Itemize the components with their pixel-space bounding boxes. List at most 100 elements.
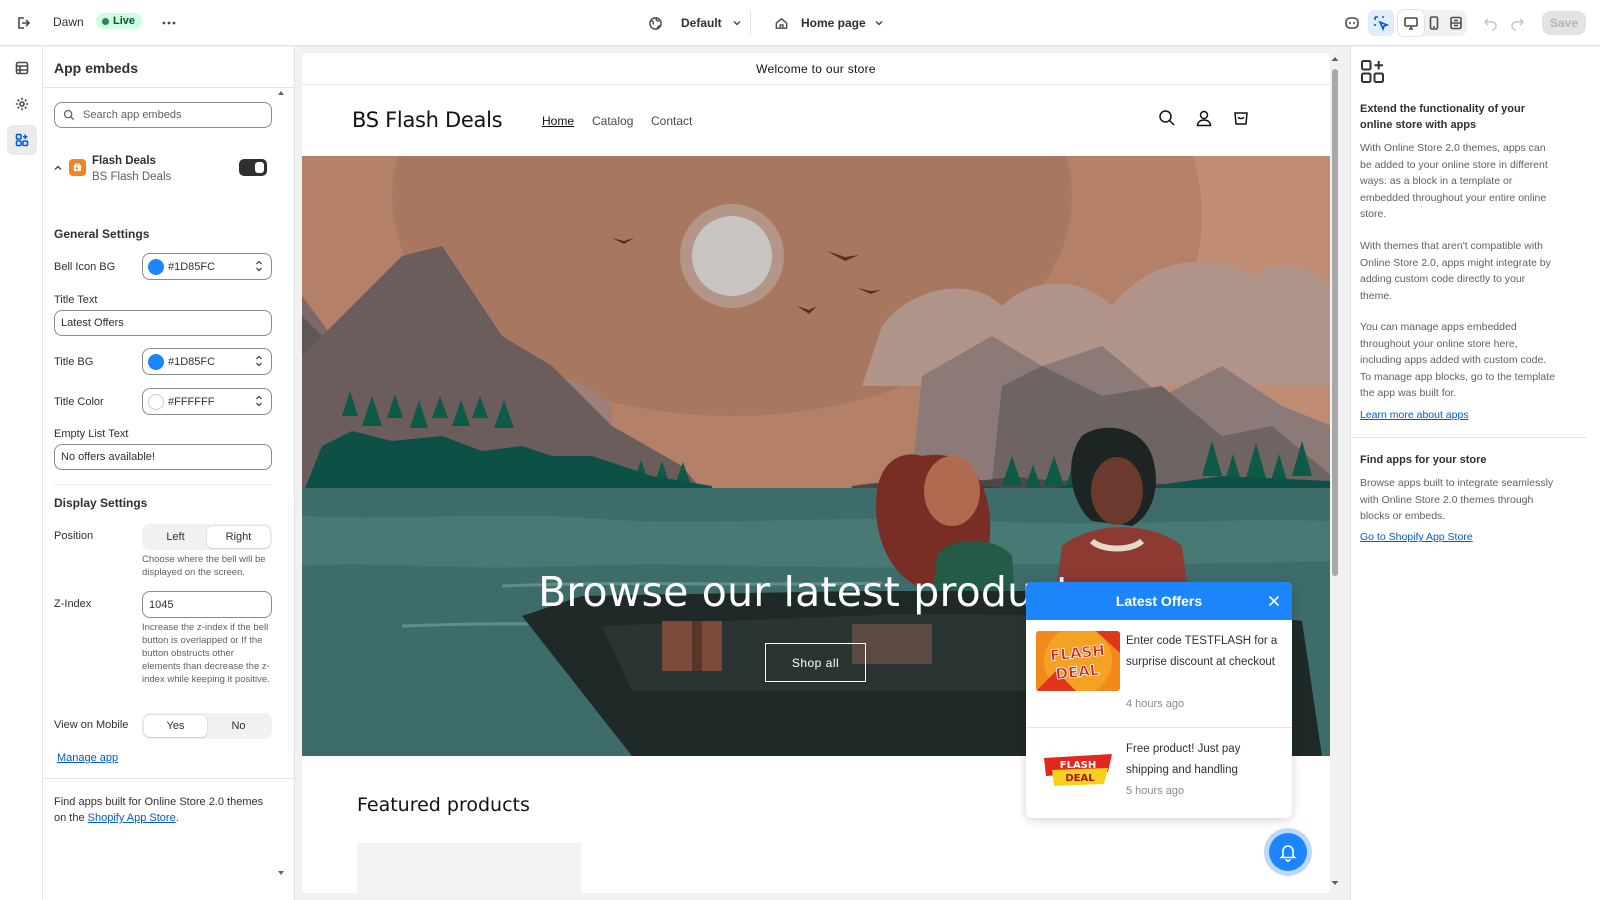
info-paragraph-1: With Online Store 2.0 themes, apps can b… [1360, 142, 1548, 221]
chevron-down-icon [733, 20, 741, 26]
live-dot [102, 17, 109, 25]
flash-deals-bell-button[interactable] [1264, 828, 1312, 876]
position-left-button[interactable]: Left [144, 526, 207, 548]
mobile-segmented-control: Yes No [142, 713, 272, 739]
app-name: Flash Deals [92, 155, 156, 167]
offer-text: Enter code TESTFLASH for a surprise disc… [1126, 635, 1278, 668]
app-enabled-toggle[interactable] [239, 159, 267, 176]
footer-text-end: . [175, 812, 179, 824]
shop-all-button[interactable]: Shop all [765, 643, 866, 682]
collapse-chevron-icon[interactable] [53, 163, 63, 173]
app-logo-icon [73, 163, 82, 172]
editor-topbar: Dawn Live Default Home page Save [0, 0, 1600, 46]
badge-line-1: FLASH [1060, 760, 1097, 771]
bell-icon [1279, 845, 1297, 862]
cart-icon[interactable] [1231, 108, 1251, 128]
undo-icon [1483, 18, 1497, 31]
home-icon [775, 17, 788, 29]
topbar-divider [750, 11, 751, 35]
search-icon[interactable] [1157, 108, 1177, 128]
title-text-label: Title Text [54, 294, 98, 306]
empty-list-input[interactable] [54, 444, 272, 470]
divider [43, 87, 294, 88]
apps-icon [15, 133, 29, 147]
shopify-app-store-link[interactable]: Shopify App Store [88, 812, 176, 824]
find-apps-title: Find apps for your store [1360, 454, 1487, 466]
info-panel: Extend the functionality of your online … [1350, 47, 1600, 900]
chevron-down-icon [875, 20, 883, 26]
app-vendor: BS Flash Deals [92, 171, 172, 183]
panel-scrollbar[interactable] [277, 89, 285, 879]
featured-products-title: Featured products [357, 794, 530, 816]
ai-sidekick-button[interactable] [1339, 10, 1365, 36]
search-input[interactable] [83, 109, 263, 121]
mobile-yes-button[interactable]: Yes [144, 715, 207, 737]
preview-scrollbar[interactable] [1330, 55, 1340, 889]
locale-selector[interactable]: Default [648, 11, 742, 35]
fullscreen-icon [1450, 16, 1462, 30]
title-color-picker[interactable]: #FFFFFF [142, 388, 272, 415]
exit-button[interactable] [10, 10, 36, 36]
search-app-embeds[interactable] [54, 102, 272, 128]
fullscreen-view-button[interactable] [1443, 10, 1469, 36]
divider [54, 484, 272, 485]
app-embeds-nav-button[interactable] [7, 125, 37, 155]
search-icon [63, 109, 75, 121]
select-cursor-icon [1374, 16, 1389, 31]
learn-more-apps-link[interactable]: Learn more about apps [1360, 409, 1469, 421]
divider [43, 778, 294, 779]
position-segmented-control: Left Right [142, 524, 272, 550]
color-swatch [148, 258, 164, 275]
product-card-placeholder[interactable] [357, 843, 581, 893]
find-apps-text: Browse apps built to integrate seamlessl… [1360, 477, 1554, 523]
badge-line-2: DEAL [1065, 773, 1095, 784]
zindex-input[interactable] [142, 591, 272, 618]
title-text-input[interactable] [54, 310, 272, 336]
flash-deal-graphic: FLASH DEAL [1036, 746, 1120, 790]
sections-nav-button[interactable] [7, 53, 37, 83]
flash-deal-image: FLASH DEAL [1036, 631, 1120, 691]
divider [1351, 437, 1587, 438]
sidekick-icon [1345, 17, 1359, 29]
color-swatch [148, 393, 164, 410]
app-embeds-panel: App embeds Flash Deals BS Flash Deals Ge… [43, 47, 295, 900]
nav-contact[interactable]: Contact [651, 114, 692, 128]
locale-label: Default [681, 16, 722, 30]
bell-inner [1269, 833, 1307, 871]
position-right-button[interactable]: Right [207, 526, 270, 548]
general-settings-title: General Settings [54, 227, 150, 241]
flash-deal-image: FLASH DEAL [1036, 746, 1120, 790]
popup-title: Latest Offers [1115, 593, 1203, 609]
close-icon[interactable] [1266, 593, 1282, 609]
nav-home[interactable]: Home [542, 114, 574, 128]
bell-icon-bg-picker[interactable]: #1D85FC [142, 253, 272, 280]
undo-button[interactable] [1478, 10, 1504, 36]
zindex-label: Z-Index [54, 598, 92, 610]
inspector-toggle-button[interactable] [1368, 10, 1394, 36]
save-button[interactable]: Save [1542, 11, 1586, 35]
page-label: Home page [801, 16, 866, 30]
sections-icon [15, 61, 29, 75]
nav-catalog[interactable]: Catalog [592, 114, 633, 128]
redo-button[interactable] [1504, 10, 1530, 36]
view-on-mobile-label: View on Mobile [54, 719, 129, 731]
more-actions-button[interactable] [156, 10, 182, 36]
color-value: #1D85FC [168, 260, 216, 273]
title-bg-picker[interactable]: #1D85FC [142, 348, 272, 375]
color-value: #1D85FC [168, 355, 216, 368]
apps-add-icon [1361, 60, 1384, 83]
chevron-updown-icon [256, 355, 262, 367]
offer-item[interactable]: FLASH DEAL Free product! Just pay shippi… [1026, 728, 1292, 818]
offer-item[interactable]: FLASH DEAL Enter code TESTFLASH for a su… [1026, 620, 1292, 728]
store-logo[interactable]: BS Flash Deals [352, 108, 503, 132]
page-selector[interactable]: Home page [774, 11, 884, 35]
store-header: BS Flash Deals Home Catalog Contact [302, 85, 1330, 155]
manage-app-link[interactable]: Manage app [57, 752, 118, 764]
info-paragraph-2: With themes that aren't compatible with … [1360, 240, 1551, 302]
go-to-app-store-link[interactable]: Go to Shopify App Store [1360, 531, 1473, 543]
gear-icon [15, 97, 29, 111]
account-icon[interactable] [1194, 108, 1214, 128]
mobile-no-button[interactable]: No [207, 715, 270, 737]
theme-settings-nav-button[interactable] [7, 89, 37, 119]
ellipsis-icon [162, 21, 176, 25]
